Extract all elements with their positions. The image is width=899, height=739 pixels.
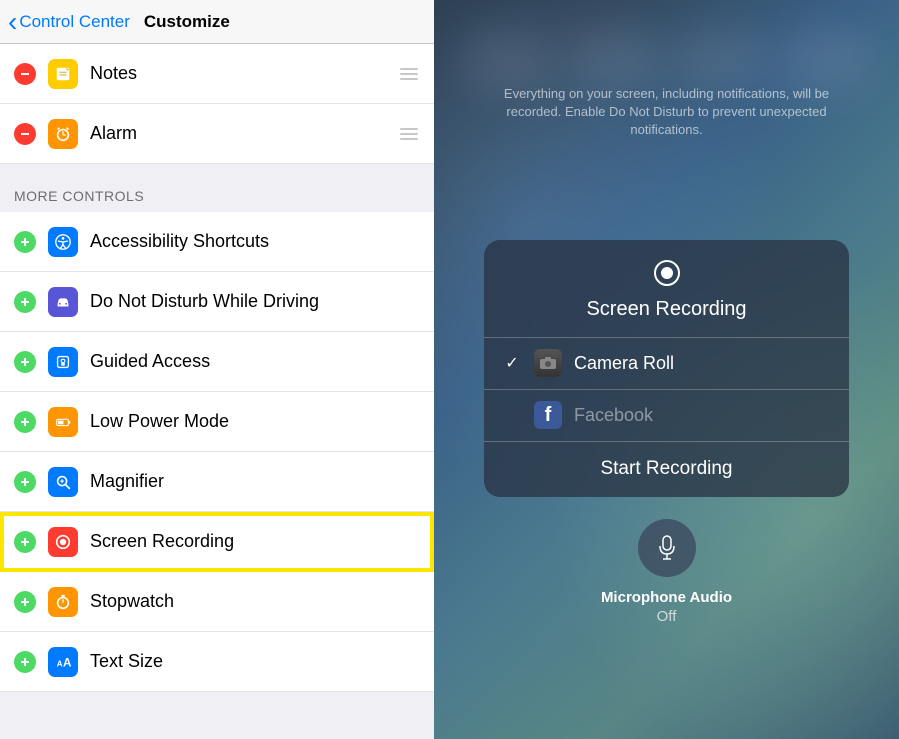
row-label: Screen Recording bbox=[90, 531, 420, 552]
nav-bar: ‹ Control Center Customize bbox=[0, 0, 434, 44]
remove-button[interactable] bbox=[14, 63, 36, 85]
recording-notice: Everything on your screen, including not… bbox=[458, 85, 875, 140]
cameraroll-icon bbox=[534, 349, 562, 377]
row-label: Low Power Mode bbox=[90, 411, 420, 432]
row-label: Alarm bbox=[90, 123, 398, 144]
drag-handle[interactable] bbox=[398, 128, 420, 140]
car-icon bbox=[48, 287, 78, 317]
record-icon bbox=[48, 527, 78, 557]
recording-destination-option[interactable]: f Facebook bbox=[484, 389, 849, 441]
back-button[interactable]: ‹ Control Center bbox=[8, 8, 130, 36]
svg-text:A: A bbox=[57, 659, 63, 668]
add-button[interactable] bbox=[14, 651, 36, 673]
row-label: Stopwatch bbox=[90, 591, 420, 612]
included-list: Notes Alarm bbox=[0, 44, 434, 164]
add-button[interactable] bbox=[14, 231, 36, 253]
more-row: Guided Access bbox=[0, 332, 434, 392]
row-label: Accessibility Shortcuts bbox=[90, 231, 420, 252]
card-header: Screen Recording bbox=[484, 240, 849, 337]
more-row: AA Text Size bbox=[0, 632, 434, 692]
row-label: Notes bbox=[90, 63, 398, 84]
included-row: Alarm bbox=[0, 104, 434, 164]
row-label: Do Not Disturb While Driving bbox=[90, 291, 420, 312]
more-row: Stopwatch bbox=[0, 572, 434, 632]
battery-icon bbox=[48, 407, 78, 437]
microphone-button[interactable] bbox=[638, 519, 696, 577]
record-icon bbox=[652, 258, 682, 288]
included-row: Notes bbox=[0, 44, 434, 104]
more-row: Low Power Mode bbox=[0, 392, 434, 452]
row-label: Magnifier bbox=[90, 471, 420, 492]
option-label: Facebook bbox=[574, 405, 653, 426]
add-button[interactable] bbox=[14, 591, 36, 613]
add-button[interactable] bbox=[14, 471, 36, 493]
start-recording-button[interactable]: Start Recording bbox=[484, 441, 849, 497]
microphone-status: Off bbox=[657, 608, 677, 625]
accessibility-icon bbox=[48, 227, 78, 257]
add-button[interactable] bbox=[14, 351, 36, 373]
cc-content: Everything on your screen, including not… bbox=[434, 0, 899, 739]
lock-icon bbox=[48, 347, 78, 377]
stopwatch-icon bbox=[48, 587, 78, 617]
facebook-icon: f bbox=[534, 401, 562, 429]
drag-handle[interactable] bbox=[398, 68, 420, 80]
option-label: Camera Roll bbox=[574, 353, 674, 374]
svg-text:A: A bbox=[63, 656, 72, 669]
more-row: Accessibility Shortcuts bbox=[0, 212, 434, 272]
screen-recording-card: Screen Recording ✓ Camera Roll f Facebook S… bbox=[484, 240, 849, 497]
control-center-screen: Everything on your screen, including not… bbox=[434, 0, 899, 739]
alarm-icon bbox=[48, 119, 78, 149]
magnifier-icon bbox=[48, 467, 78, 497]
checkmark-icon: ✓ bbox=[502, 353, 522, 373]
textsize-icon: AA bbox=[48, 647, 78, 677]
more-row: Magnifier bbox=[0, 452, 434, 512]
row-label: Text Size bbox=[90, 651, 420, 672]
remove-button[interactable] bbox=[14, 123, 36, 145]
more-row: Do Not Disturb While Driving bbox=[0, 272, 434, 332]
row-label: Guided Access bbox=[90, 351, 420, 372]
card-title: Screen Recording bbox=[484, 298, 849, 321]
notes-icon bbox=[48, 59, 78, 89]
more-list: Accessibility Shortcuts Do Not Disturb Wh… bbox=[0, 212, 434, 692]
chevron-left-icon: ‹ bbox=[8, 8, 17, 36]
back-label: Control Center bbox=[19, 12, 130, 32]
add-button[interactable] bbox=[14, 411, 36, 433]
section-header-more: MORE CONTROLS bbox=[0, 164, 434, 212]
microphone-icon bbox=[656, 534, 678, 562]
recording-destination-option[interactable]: ✓ Camera Roll bbox=[484, 337, 849, 389]
add-button[interactable] bbox=[14, 531, 36, 553]
microphone-label: Microphone Audio bbox=[601, 589, 732, 606]
settings-screen: ‹ Control Center Customize Notes Alarm MO… bbox=[0, 0, 434, 739]
more-row: Screen Recording bbox=[0, 512, 434, 572]
add-button[interactable] bbox=[14, 291, 36, 313]
page-title: Customize bbox=[144, 12, 426, 32]
